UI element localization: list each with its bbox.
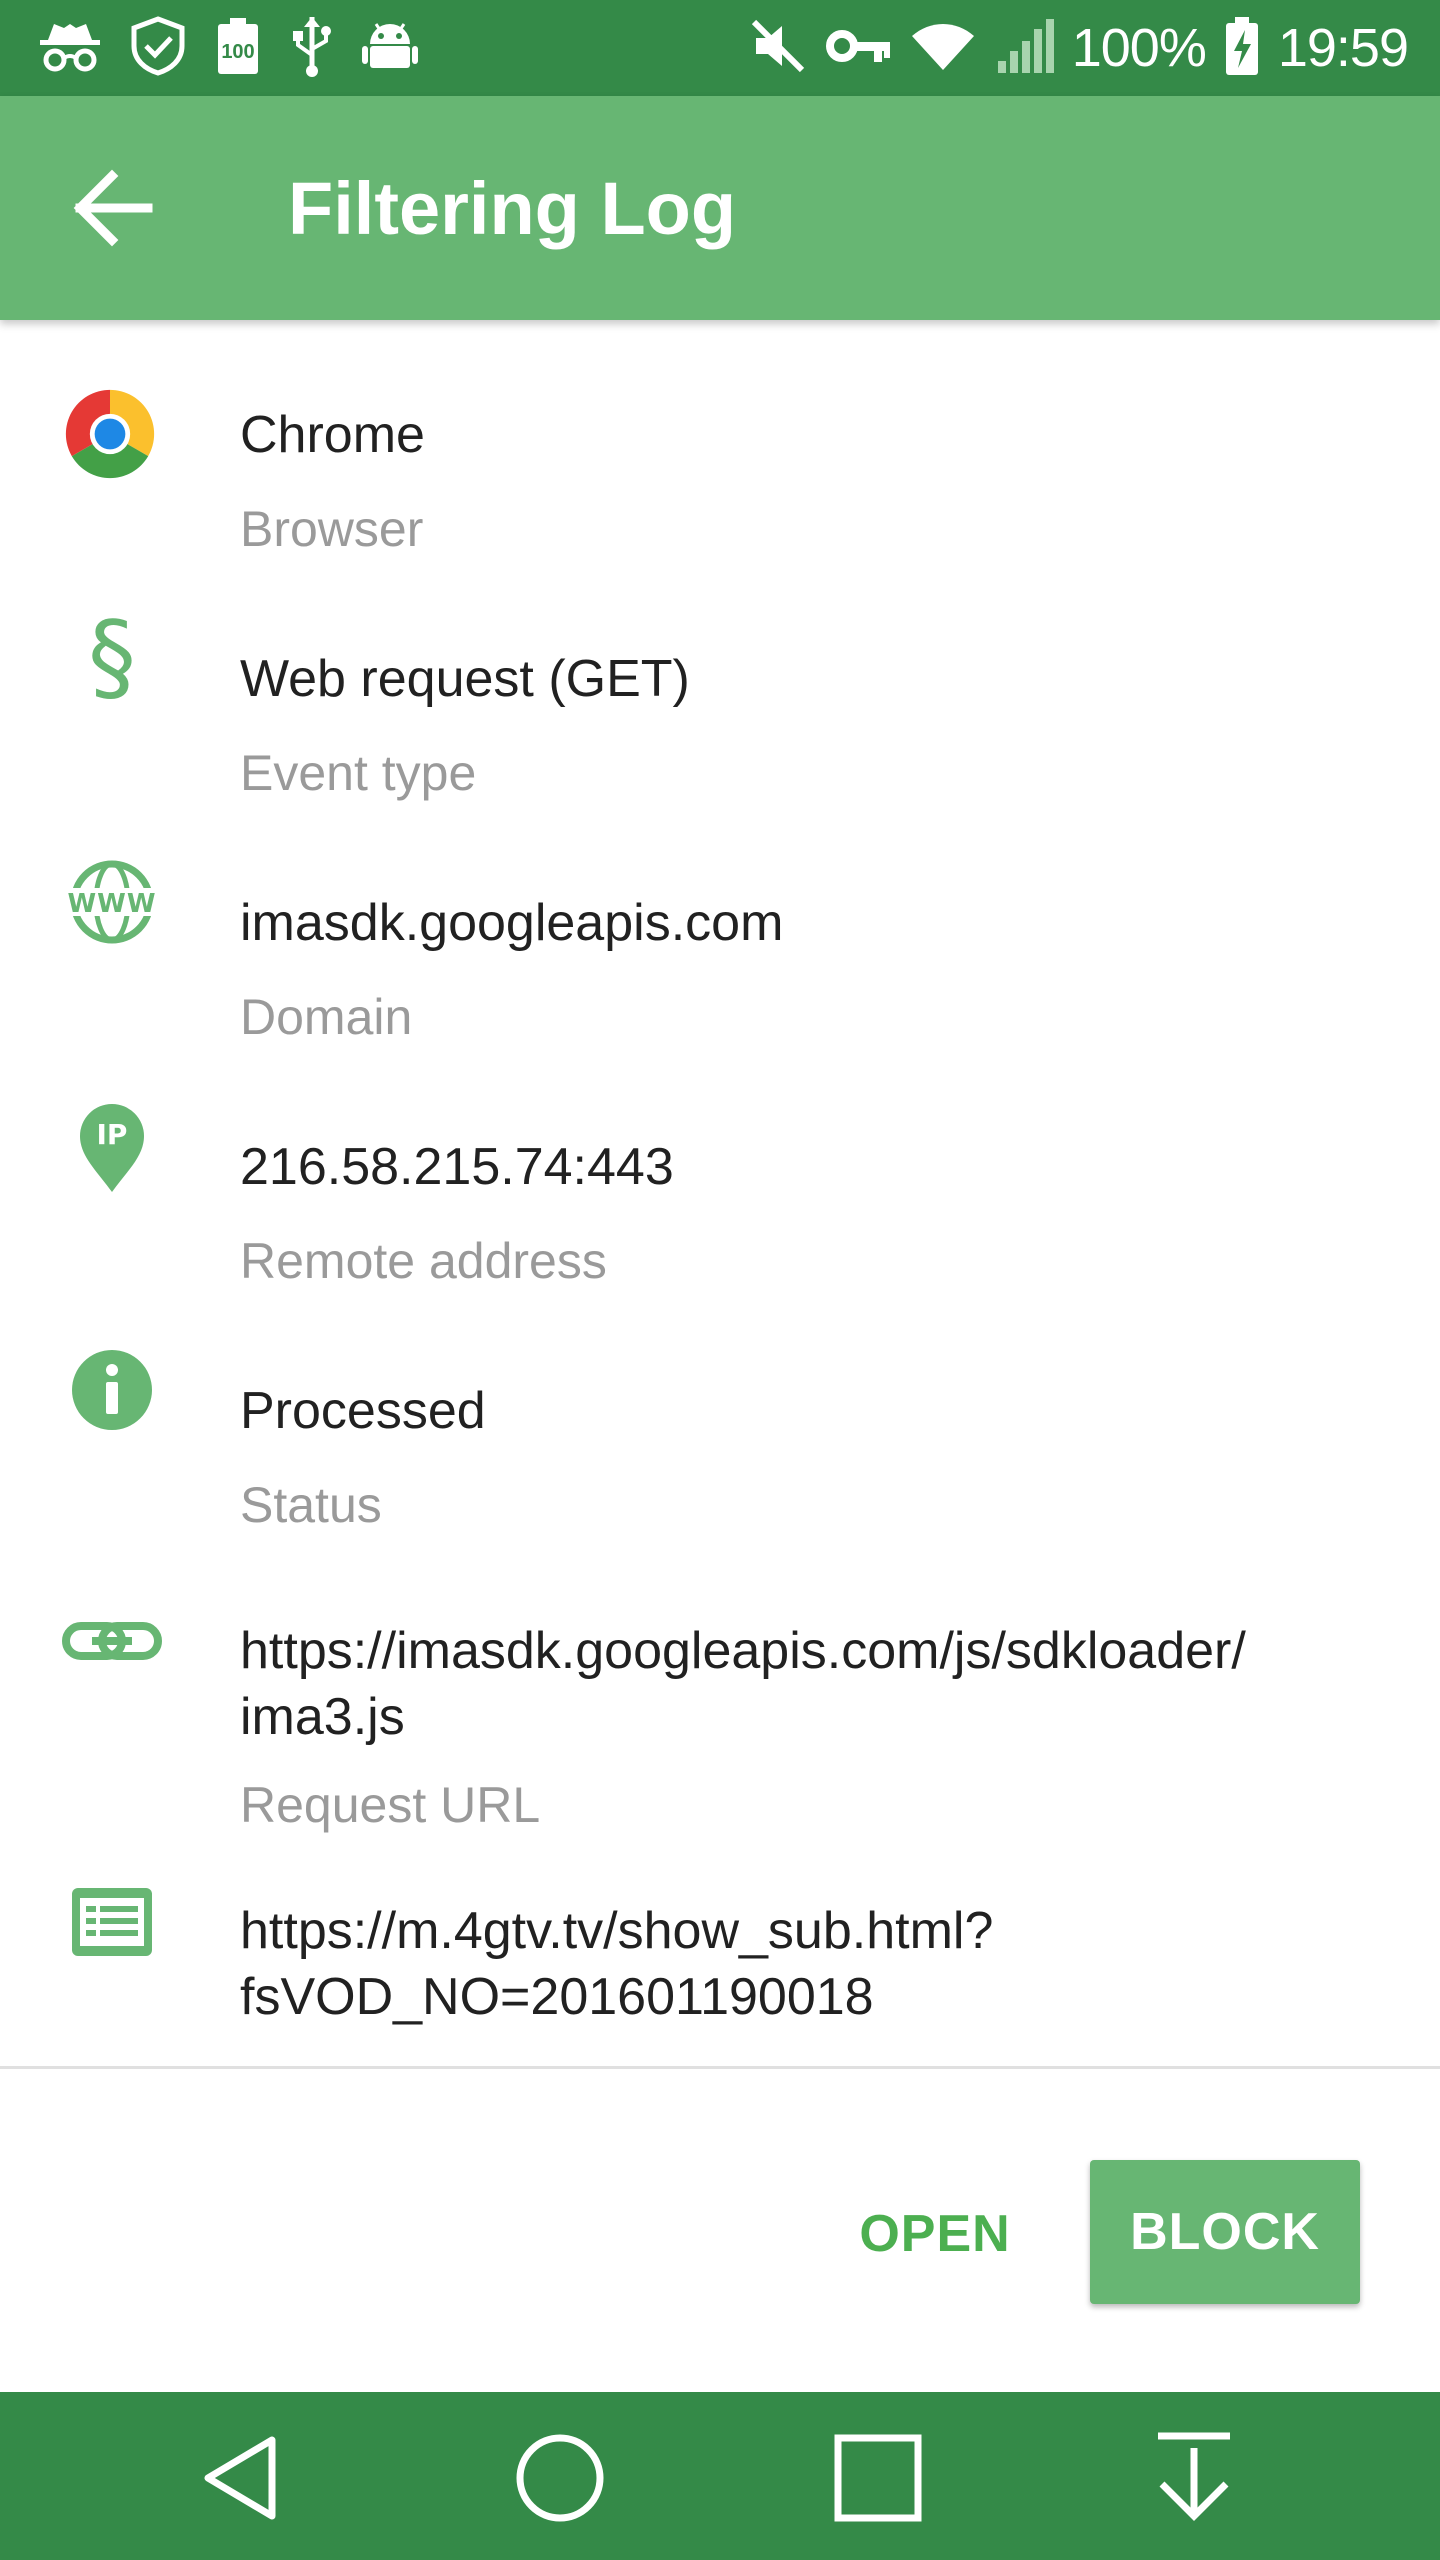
nav-recents-icon <box>834 2434 922 2522</box>
nav-home-button[interactable] <box>510 2428 610 2528</box>
signal-icon <box>994 17 1054 80</box>
request-url-line-2: ima3.js <box>240 1688 405 1746</box>
remote-address-label: Remote address <box>240 1233 607 1289</box>
incognito-icon <box>38 18 102 79</box>
remote-address-value: 216.58.215.74:443 <box>240 1138 674 1196</box>
source-url-line-2: fsVOD_NO=201601190018 <box>240 1968 874 2026</box>
divider <box>0 2066 1440 2069</box>
app-label: Browser <box>240 501 424 557</box>
nav-recents-button[interactable] <box>828 2428 928 2528</box>
svg-text:IP: IP <box>97 1118 128 1151</box>
battery-percent: 100% <box>1071 18 1207 78</box>
open-button[interactable]: OPEN <box>840 2186 1030 2282</box>
section-icon: § <box>62 601 162 713</box>
svg-text:100: 100 <box>221 41 254 63</box>
info-icon <box>62 1340 162 1440</box>
vpn-key-icon <box>825 22 892 75</box>
battery-charging-icon <box>1224 16 1260 81</box>
status-value: Processed <box>240 1382 486 1440</box>
list-doc-icon <box>62 1872 162 1972</box>
details-list: Chrome Browser § Web request (GET) Event… <box>0 320 1440 2066</box>
domain-label: Domain <box>240 989 413 1045</box>
ip-pin-icon: IP <box>62 1096 162 1196</box>
nav-home-icon <box>516 2434 604 2522</box>
usb-icon <box>290 15 334 82</box>
status-bar: 100 100% 19:59 <box>0 0 1440 96</box>
navigation-bar <box>0 2392 1440 2560</box>
chrome-icon <box>62 386 162 486</box>
clock: 19:59 <box>1277 18 1409 78</box>
nav-back-button[interactable] <box>196 2428 296 2528</box>
android-icon <box>362 18 418 79</box>
shield-check-icon <box>130 15 186 81</box>
www-globe-icon: WWW <box>62 852 162 952</box>
request-url-line-1: https://imasdk.googleapis.com/js/sdkload… <box>240 1622 1246 1680</box>
app-bar: Filtering Log <box>0 96 1440 320</box>
request-url-label: Request URL <box>240 1777 541 1833</box>
arrow-back-icon <box>73 169 153 247</box>
app-name: Chrome <box>240 406 425 464</box>
back-button[interactable] <box>60 154 168 262</box>
battery-100-icon: 100 <box>214 16 262 81</box>
event-type-label: Event type <box>240 745 477 801</box>
event-type-value: Web request (GET) <box>240 650 690 708</box>
wifi-icon <box>910 18 976 79</box>
muted-icon <box>748 16 808 81</box>
nav-back-icon <box>204 2436 276 2520</box>
link-icon <box>62 1592 162 1692</box>
svg-text:WWW: WWW <box>67 889 156 919</box>
arrow-down-icon <box>1158 2432 1230 2521</box>
domain-value: imasdk.googleapis.com <box>240 894 784 952</box>
block-button[interactable]: BLOCK <box>1090 2160 1360 2304</box>
nav-notifications-button[interactable] <box>1144 2428 1244 2528</box>
svg-text:§: § <box>88 608 136 708</box>
page-title: Filtering Log <box>288 167 737 250</box>
source-url-line-1: https://m.4gtv.tv/show_sub.html? <box>240 1902 994 1960</box>
status-label: Status <box>240 1477 382 1533</box>
